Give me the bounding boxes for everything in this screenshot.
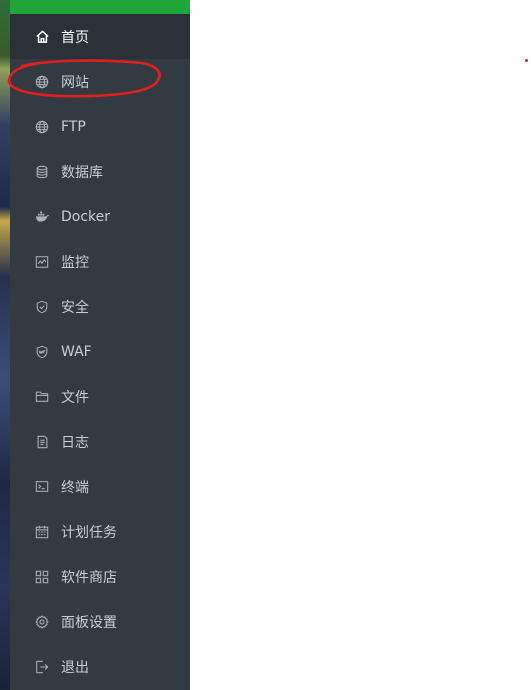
sidebar-item-logout[interactable]: 退出 — [10, 644, 190, 689]
log-document-icon — [34, 434, 50, 450]
globe-icon — [34, 74, 50, 90]
sidebar-item-files[interactable]: 文件 — [10, 374, 190, 419]
home-icon — [34, 29, 50, 45]
calendar-icon — [34, 524, 50, 540]
sidebar-item-cron[interactable]: 计划任务 — [10, 509, 190, 554]
sidebar-item-logs[interactable]: 日志 — [10, 419, 190, 464]
monitor-chart-icon — [34, 254, 50, 270]
sidebar-item-label: 安全 — [61, 299, 89, 316]
sidebar-item-label: WAF — [61, 343, 92, 360]
waf-shield-icon — [34, 344, 50, 360]
sidebar: 首页 网站 FTP 数据库 Docker 监控 安全 WAF 文件 日志 终端 … — [10, 0, 190, 690]
red-annotation-dot — [525, 59, 528, 62]
sidebar-item-monitor[interactable]: 监控 — [10, 239, 190, 284]
shield-icon — [34, 299, 50, 315]
terminal-icon — [34, 479, 50, 495]
sidebar-item-label: 终端 — [61, 479, 89, 496]
apps-grid-icon — [34, 569, 50, 585]
sidebar-item-label: 数据库 — [61, 164, 103, 181]
sidebar-item-label: 退出 — [61, 659, 89, 676]
sidebar-item-label: 文件 — [61, 389, 89, 406]
logout-icon — [34, 659, 50, 675]
sidebar-item-panel-settings[interactable]: 面板设置 — [10, 599, 190, 644]
docker-icon — [34, 209, 50, 225]
desktop-background-strip — [0, 0, 10, 690]
sidebar-item-security[interactable]: 安全 — [10, 284, 190, 329]
sidebar-item-label: FTP — [61, 118, 86, 135]
sidebar-item-label: 监控 — [61, 254, 89, 271]
gear-icon — [34, 614, 50, 630]
sidebar-item-label: 计划任务 — [61, 524, 117, 541]
sidebar-item-label: 面板设置 — [61, 614, 117, 631]
sidebar-item-label: 日志 — [61, 434, 89, 451]
sidebar-item-docker[interactable]: Docker — [10, 194, 190, 239]
folder-icon — [34, 389, 50, 405]
sidebar-item-website[interactable]: 网站 — [10, 59, 190, 104]
sidebar-item-ftp[interactable]: FTP — [10, 104, 190, 149]
sidebar-item-terminal[interactable]: 终端 — [10, 464, 190, 509]
sidebar-nav: 首页 网站 FTP 数据库 Docker 监控 安全 WAF 文件 日志 终端 … — [10, 14, 190, 689]
sidebar-item-label: 软件商店 — [61, 569, 117, 586]
globe-icon — [34, 119, 50, 135]
sidebar-item-label: Docker — [61, 208, 111, 225]
sidebar-top-accent-bar — [10, 0, 190, 14]
database-icon — [34, 164, 50, 180]
sidebar-item-label: 网站 — [61, 74, 89, 91]
sidebar-item-waf[interactable]: WAF — [10, 329, 190, 374]
sidebar-item-label: 首页 — [61, 29, 89, 46]
sidebar-item-app-store[interactable]: 软件商店 — [10, 554, 190, 599]
sidebar-item-database[interactable]: 数据库 — [10, 149, 190, 194]
sidebar-item-home[interactable]: 首页 — [10, 14, 190, 59]
